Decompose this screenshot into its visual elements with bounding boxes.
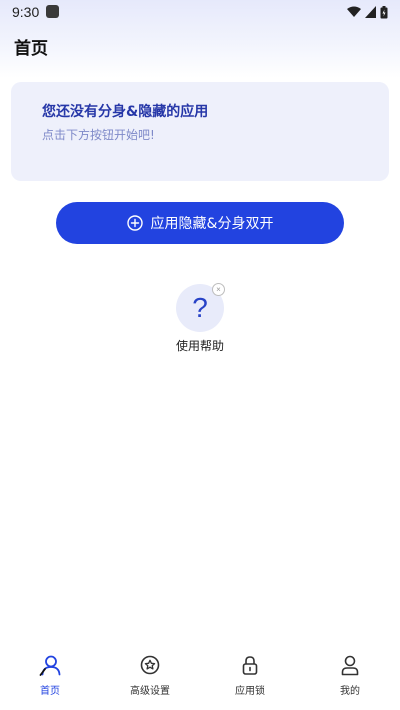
status-time: 9:30 xyxy=(12,4,40,20)
page-title: 首页 xyxy=(14,39,48,59)
status-bar: 9:30 xyxy=(0,0,400,24)
nav-item-home[interactable]: 首页 xyxy=(0,645,100,710)
primary-button-label: 应用隐藏&分身双开 xyxy=(150,216,274,232)
bottom-navigation: 首页 高级设置 应用锁 我的 xyxy=(0,645,400,710)
system-icons xyxy=(347,5,388,19)
empty-state-subtitle: 点击下方按钮开始吧! xyxy=(42,128,155,142)
empty-state-card: 您还没有分身&隐藏的应用 点击下方按钮开始吧! xyxy=(11,82,389,181)
help-glyph: ? xyxy=(192,292,208,323)
nav-item-app-lock[interactable]: 应用锁 xyxy=(200,645,300,710)
wifi-icon xyxy=(347,6,361,17)
signal-icon xyxy=(365,6,376,18)
hide-and-clone-app-button[interactable]: 应用隐藏&分身双开 xyxy=(56,202,344,244)
question-icon: ? × xyxy=(176,283,225,332)
lock-icon xyxy=(242,656,258,675)
nav-label-advanced-settings: 高级设置 xyxy=(130,686,170,697)
star-settings-icon xyxy=(140,655,160,675)
nav-label-app-lock: 应用锁 xyxy=(235,686,265,697)
nav-item-advanced-settings[interactable]: 高级设置 xyxy=(100,645,200,710)
profile-icon xyxy=(341,655,359,676)
nav-label-profile: 我的 xyxy=(340,686,360,697)
help-label: 使用帮助 xyxy=(175,339,224,353)
nav-item-profile[interactable]: 我的 xyxy=(300,645,400,710)
battery-icon xyxy=(380,5,388,18)
nav-label-home: 首页 xyxy=(40,686,60,697)
plus-circle-icon xyxy=(126,215,143,231)
close-icon[interactable]: × xyxy=(212,283,225,296)
help-shortcut[interactable]: ? × 使用帮助 xyxy=(170,283,230,354)
empty-state-title: 您还没有分身&隐藏的应用 xyxy=(42,104,209,120)
home-user-icon xyxy=(39,655,61,676)
notification-icon xyxy=(46,5,59,18)
